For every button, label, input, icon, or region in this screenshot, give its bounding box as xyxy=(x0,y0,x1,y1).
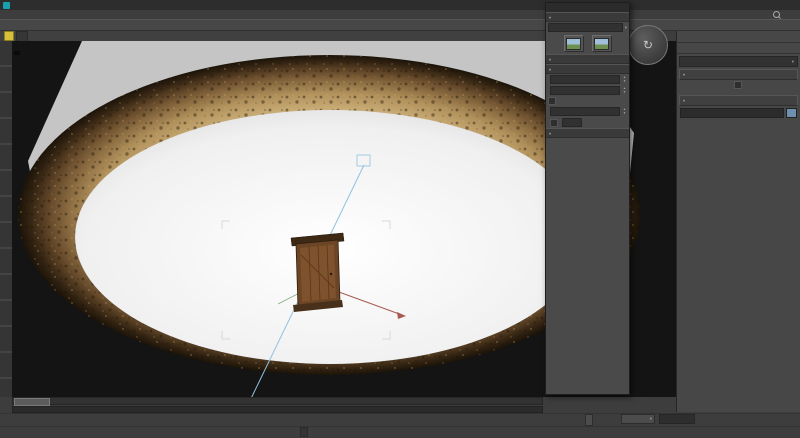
auto-key-button[interactable] xyxy=(585,414,593,426)
orbit-arrow-icon: ↻ xyxy=(643,38,653,52)
track-bar[interactable] xyxy=(12,406,543,413)
search-icon[interactable] xyxy=(773,11,780,18)
vtiling-input[interactable] xyxy=(550,107,620,116)
name-color-row xyxy=(677,106,800,120)
highlighted-script-button[interactable] xyxy=(4,31,14,41)
infocenter xyxy=(618,9,800,19)
menu-bar xyxy=(0,10,632,19)
load-backdrop-button[interactable] xyxy=(564,35,584,52)
maxtabb-tab[interactable] xyxy=(16,31,28,41)
create-subcategories xyxy=(677,43,800,54)
viewcube[interactable]: ↻ xyxy=(628,25,668,65)
object-type-rollout[interactable] xyxy=(679,69,798,80)
preset-dropdown[interactable] xyxy=(548,23,623,32)
command-panel xyxy=(676,31,800,412)
door-object xyxy=(291,233,344,312)
add-time-tag[interactable] xyxy=(300,427,308,437)
main-toolbar xyxy=(0,19,800,31)
current-frame-field[interactable] xyxy=(659,414,695,424)
autogrid-checkbox[interactable] xyxy=(734,81,742,89)
command-panel-tabs xyxy=(677,31,800,43)
refresh-image-icon xyxy=(594,38,609,50)
primitive-category-dropdown[interactable] xyxy=(679,56,798,67)
preset-image-buttons xyxy=(546,33,629,54)
settings-rollout[interactable] xyxy=(546,12,629,22)
backdrop-rollout[interactable] xyxy=(546,128,629,138)
radius-input[interactable] xyxy=(550,75,620,84)
3ds-max-window: ↻ ▾ ▴▾ ▴▾ xyxy=(0,0,800,438)
rotate-checkbox[interactable] xyxy=(550,119,558,127)
time-slider-handle[interactable] xyxy=(14,398,50,406)
time-slider[interactable] xyxy=(12,397,543,405)
dialog-title-bar[interactable] xyxy=(546,3,629,12)
options-rollout[interactable] xyxy=(546,54,629,64)
viewport-statistics xyxy=(14,51,20,55)
name-color-rollout[interactable] xyxy=(679,95,798,106)
backdrop-list xyxy=(546,138,629,410)
autogrid-row xyxy=(677,80,800,89)
refresh-backdrop-button[interactable] xyxy=(592,35,612,52)
prompt-bar xyxy=(0,426,800,438)
object-name-field[interactable] xyxy=(680,108,784,118)
selection-set-dropdown[interactable] xyxy=(621,414,655,424)
height-spinner[interactable]: ▴▾ xyxy=(622,87,627,94)
app-logo xyxy=(3,2,10,9)
height-input[interactable] xyxy=(550,86,620,95)
object-color-swatch[interactable] xyxy=(786,108,797,118)
object-type-buttons xyxy=(677,89,800,93)
cast-shadows-checkbox[interactable] xyxy=(548,97,556,105)
angle-input[interactable] xyxy=(562,118,582,127)
backdrop-generator-dialog: ▾ ▴▾ ▴▾ ▴▾ xyxy=(545,2,630,395)
radius-spinner[interactable]: ▴▾ xyxy=(622,76,627,83)
vtiling-spinner[interactable]: ▴▾ xyxy=(622,108,627,115)
load-image-icon xyxy=(566,38,581,50)
parameters-rollout[interactable] xyxy=(546,64,629,74)
